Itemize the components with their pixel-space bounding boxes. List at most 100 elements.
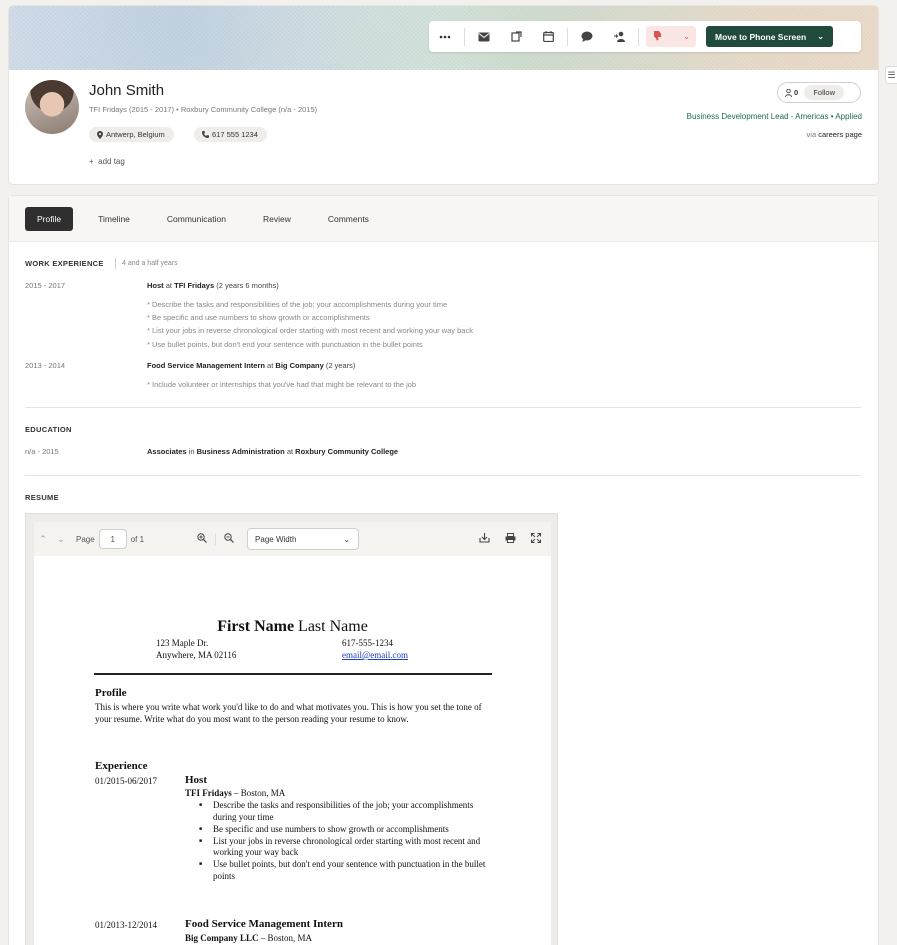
- zoom-out-icon[interactable]: [219, 532, 239, 546]
- job-application-status[interactable]: Business Development Lead - Americas • A…: [687, 112, 862, 121]
- reassign-icon[interactable]: [603, 21, 635, 52]
- calendar-icon[interactable]: [532, 21, 564, 52]
- move-stage-button[interactable]: Move to Phone Screen ⌄: [706, 26, 833, 47]
- tab-communication[interactable]: Communication: [155, 207, 238, 231]
- job-company: TFI Fridays: [174, 281, 215, 290]
- zoom-in-icon[interactable]: [192, 532, 212, 546]
- work-experience-heading: WORK EXPERIENCE: [25, 259, 104, 268]
- tab-profile[interactable]: Profile: [25, 206, 74, 231]
- share-icon[interactable]: [500, 21, 532, 52]
- more-icon[interactable]: [429, 21, 461, 52]
- resume-job-title: Host: [185, 774, 207, 786]
- resume-address-line2: Anywhere, MA 02116: [156, 650, 237, 660]
- chevron-down-icon[interactable]: ⌄: [817, 32, 824, 41]
- comment-icon[interactable]: [571, 21, 603, 52]
- work-entry-title: Host at TFI Fridays (2 years 6 months): [147, 281, 279, 290]
- print-icon[interactable]: [501, 532, 519, 546]
- avatar: [25, 80, 79, 134]
- job-role: Food Service Management Intern: [147, 361, 265, 370]
- resume-bullet: Describe the tasks and responsibilities …: [185, 800, 495, 823]
- candidate-summary: TFI Fridays (2015 - 2017) • Roxbury Comm…: [89, 105, 318, 114]
- follow-button[interactable]: Follow: [804, 85, 845, 100]
- resume-viewer: ⌃ ⌄ Page 1 of 1 Page Width ⌄ First Name …: [25, 513, 558, 945]
- work-bullet: * Describe the tasks and responsibilitie…: [147, 300, 448, 309]
- at-text: at: [165, 281, 173, 290]
- page-label: Page: [76, 534, 95, 544]
- work-entry-dates: 2015 - 2017: [25, 281, 66, 290]
- resume-bullet: Be specific and use numbers to show grow…: [185, 824, 495, 836]
- education-dates: n/a - 2015: [25, 447, 59, 456]
- resume-experience-heading: Experience: [95, 760, 148, 772]
- resume-company-location: – Boston, MA: [234, 788, 286, 798]
- at-text: at: [286, 447, 294, 456]
- resume-bullet: Use bullet points, but don't end your se…: [185, 859, 495, 882]
- location-text: Antwerp, Belgium: [106, 130, 165, 139]
- education-heading: EDUCATION: [25, 425, 72, 434]
- education-entry: Associates in Business Administration at…: [147, 447, 398, 456]
- field-of-study: Business Administration: [196, 447, 285, 456]
- resume-last-name: Last Name: [298, 618, 368, 635]
- person-icon: [785, 88, 792, 97]
- resume-address: 123 Maple Dr. Anywhere, MA 02116: [156, 637, 236, 661]
- zoom-select-value: Page Width: [255, 534, 297, 544]
- chevron-down-icon[interactable]: ⌄: [52, 534, 70, 545]
- work-entry-title: Food Service Management Intern at Big Co…: [147, 361, 355, 370]
- phone-chip[interactable]: 617 555 1234: [194, 127, 267, 142]
- resume-profile-text: This is where you write what work you'd …: [95, 702, 482, 724]
- action-toolbar: ⌄ Move to Phone Screen ⌄: [429, 21, 861, 52]
- page-count: of 1: [130, 534, 145, 544]
- resume-heading: RESUME: [25, 493, 59, 502]
- move-stage-label: Move to Phone Screen: [715, 31, 807, 42]
- work-experience-duration: 4 and a half years: [115, 258, 178, 269]
- resume-phone: 617-555-1234: [342, 638, 393, 648]
- profile-card: Profile Timeline Communication Review Co…: [9, 196, 878, 945]
- resume-divider: [94, 673, 492, 675]
- source-name: careers page: [818, 130, 862, 139]
- work-bullet: * Use bullet points, but don't end your …: [147, 340, 423, 349]
- side-panel-toggle-icon[interactable]: ☰: [885, 66, 897, 84]
- candidate-header-card: ⌄ Move to Phone Screen ⌄ John Smith TFI …: [9, 6, 878, 184]
- follow-control: 0 Follow: [777, 82, 861, 103]
- chevron-up-icon[interactable]: ⌃: [34, 534, 52, 545]
- degree: Associates: [147, 447, 187, 456]
- resume-first-name: First Name: [217, 618, 295, 635]
- add-tag-button[interactable]: + add tag: [89, 157, 125, 166]
- tab-comments[interactable]: Comments: [316, 207, 381, 231]
- toolbar-separator: [464, 27, 465, 46]
- resume-address-line1: 123 Maple Dr.: [156, 638, 209, 648]
- section-divider: [25, 407, 861, 408]
- resume-document: First Name Last Name 123 Maple Dr. Anywh…: [34, 556, 551, 945]
- job-length: (2 years 6 months): [216, 281, 279, 290]
- in-text: in: [188, 447, 195, 456]
- follower-count: 0: [785, 88, 798, 97]
- resume-full-name: First Name Last Name: [34, 618, 493, 636]
- at-text: at: [267, 361, 274, 370]
- resume-company-name: TFI Fridays: [185, 788, 232, 798]
- resume-email-link[interactable]: email@email.com: [342, 649, 408, 661]
- resume-job-dates: 01/2015-06/2017: [95, 776, 157, 786]
- add-tag-label: add tag: [98, 157, 125, 166]
- page-number-input[interactable]: 1: [98, 529, 127, 549]
- download-icon[interactable]: [475, 532, 493, 546]
- follower-count-value: 0: [794, 88, 799, 97]
- section-divider: [25, 475, 861, 476]
- work-bullet: * List your jobs in reverse chronologica…: [147, 326, 473, 335]
- resume-contact: 617-555-1234 email@email.com: [342, 637, 408, 661]
- resume-job-title: Food Service Management Intern: [185, 918, 343, 930]
- chevron-down-icon: ⌄: [343, 534, 351, 544]
- zoom-select[interactable]: Page Width ⌄: [247, 528, 360, 550]
- reject-dropdown[interactable]: ⌄: [646, 26, 696, 47]
- location-chip[interactable]: Antwerp, Belgium: [89, 127, 174, 142]
- email-icon[interactable]: [468, 21, 500, 52]
- job-role: Host: [147, 281, 164, 290]
- work-bullet: * Be specific and use numbers to show gr…: [147, 313, 370, 322]
- tab-review[interactable]: Review: [251, 207, 303, 231]
- resume-bullet: List your jobs in reverse chronological …: [185, 836, 495, 859]
- resume-job-company: Big Company LLC – Boston, MA: [185, 933, 312, 943]
- job-company: Big Company: [275, 361, 324, 370]
- fullscreen-icon[interactable]: [527, 532, 545, 546]
- toolbar-separator: [567, 27, 568, 46]
- toolbar-separator: [215, 533, 217, 545]
- tab-timeline[interactable]: Timeline: [86, 207, 142, 231]
- resume-job-bullets: Describe the tasks and responsibilities …: [185, 800, 495, 883]
